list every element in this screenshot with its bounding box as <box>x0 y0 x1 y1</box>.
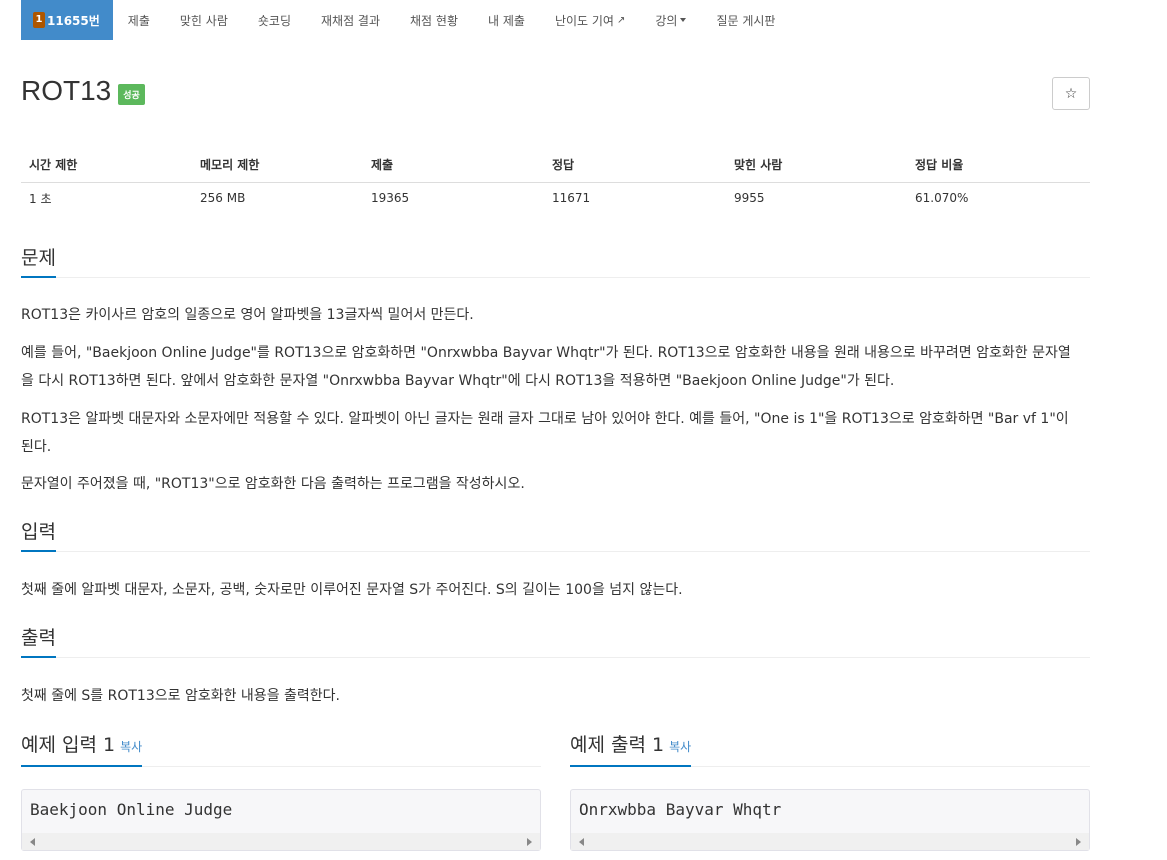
sample-input-title: 예제 입력 1 <box>21 734 116 756</box>
sample-output-box[interactable]: Onrxwbba Bayvar Whqtr <box>570 789 1090 851</box>
problem-menu: 1 11655번 제출 맞힌 사람 숏코딩 재채점 결과 채점 현황 내 제출 … <box>21 0 790 40</box>
external-link-icon: ↗ <box>616 14 626 26</box>
sample-input-heading: 예제 입력 1 복사 <box>21 731 143 767</box>
caret-down-icon <box>680 18 687 22</box>
copy-sample-input-button[interactable]: 복사 <box>120 740 142 754</box>
tab-rejudge-results[interactable]: 재채점 결과 <box>306 0 395 40</box>
info-value-memory-limit: 256 MB <box>200 191 246 206</box>
problem-paragraph-3: ROT13은 알파벳 대문자와 소문자에만 적용할 수 있다. 알파벳이 아닌 … <box>21 411 1069 455</box>
scroll-left-icon[interactable] <box>579 838 584 846</box>
tab-submit-label: 제출 <box>127 13 150 28</box>
problem-section-header: 문제 <box>21 244 1090 278</box>
info-value-row: 1 초 256 MB 19365 11671 9955 61.070% <box>21 182 1090 214</box>
scroll-left-icon[interactable] <box>30 838 35 846</box>
info-header-time-limit: 시간 제한 <box>21 148 192 183</box>
tab-difficulty-contribution-label: 난이도 기여 <box>554 13 614 28</box>
problem-title: ROT13 <box>21 75 112 106</box>
input-description: 첫째 줄에 알파벳 대문자, 소문자, 공백, 숫자로만 이루어진 문자열 S가… <box>21 582 683 598</box>
info-header-accept-ratio: 정답 비율 <box>907 148 1090 183</box>
tab-short-coding-label: 숏코딩 <box>257 13 291 28</box>
sample-input-header: 예제 입력 1 복사 <box>21 731 541 767</box>
tab-lectures-label: 강의 <box>655 13 678 28</box>
scroll-right-icon[interactable] <box>1076 838 1081 846</box>
tab-solved-users[interactable]: 맞힌 사람 <box>165 0 243 40</box>
scroll-right-icon[interactable] <box>527 838 532 846</box>
problem-paragraph-1: ROT13은 카이사르 암호의 일종으로 영어 알파벳을 13글자씩 밀어서 만… <box>21 307 474 323</box>
tab-judge-status-label: 채점 현황 <box>410 13 458 28</box>
star-icon: ☆ <box>1064 85 1078 102</box>
sample-input-box[interactable]: Baekjoon Online Judge <box>21 789 541 851</box>
info-value-accepted: 11671 <box>552 191 591 206</box>
input-heading: 입력 <box>21 518 56 552</box>
sample-output-heading: 예제 출력 1 복사 <box>570 731 692 767</box>
input-section-header: 입력 <box>21 518 1090 552</box>
problem-info-table: 시간 제한 메모리 제한 제출 정답 맞힌 사람 정답 비율 1 초 256 M… <box>21 148 1090 214</box>
output-section-header: 출력 <box>21 624 1090 658</box>
tab-question-board-label: 질문 게시판 <box>716 13 776 28</box>
sample-output-title: 예제 출력 1 <box>570 734 665 756</box>
info-value-submissions: 19365 <box>371 191 410 206</box>
info-value-accept-ratio: 61.070% <box>915 191 969 206</box>
tab-solved-users-label: 맞힌 사람 <box>179 13 228 28</box>
tab-problem-label: 11655번 <box>47 13 100 28</box>
sample-output-text: Onrxwbba Bayvar Whqtr <box>579 800 782 819</box>
sample-output-scrollbar[interactable] <box>571 833 1089 850</box>
sample-input-scrollbar[interactable] <box>22 833 540 850</box>
status-badge: 성공 <box>118 83 145 105</box>
sample-output-header: 예제 출력 1 복사 <box>570 731 1090 767</box>
tab-question-board[interactable]: 질문 게시판 <box>701 0 790 40</box>
tab-lectures[interactable]: 강의 <box>640 0 701 40</box>
tab-short-coding[interactable]: 숏코딩 <box>243 0 306 40</box>
problem-paragraph-2: 예를 들어, "Baekjoon Online Judge"를 ROT13으로 … <box>21 345 1071 389</box>
problem-heading: 문제 <box>21 244 56 278</box>
info-header-row: 시간 제한 메모리 제한 제출 정답 맞힌 사람 정답 비율 <box>21 148 1090 183</box>
tab-my-submissions[interactable]: 내 제출 <box>473 0 540 40</box>
tab-submit[interactable]: 제출 <box>113 0 165 40</box>
output-description: 첫째 줄에 S를 ROT13으로 암호화한 내용을 출력한다. <box>21 688 340 704</box>
tab-judge-status[interactable]: 채점 현황 <box>395 0 473 40</box>
tab-my-submissions-label: 내 제출 <box>488 13 525 28</box>
info-header-accepted: 정답 <box>544 148 726 183</box>
output-heading: 출력 <box>21 624 56 658</box>
tab-rejudge-results-label: 재채점 결과 <box>321 13 381 28</box>
info-value-solved-users: 9955 <box>734 191 765 206</box>
sample-input-text: Baekjoon Online Judge <box>30 800 233 819</box>
tier-medal-icon: 1 <box>33 12 45 28</box>
problem-title-row: ROT13 성공 <box>21 75 145 107</box>
info-header-memory-limit: 메모리 제한 <box>192 148 363 183</box>
copy-sample-output-button[interactable]: 복사 <box>669 740 691 754</box>
problem-paragraph-4: 문자열이 주어졌을 때, "ROT13"으로 암호화한 다음 출력하는 프로그램… <box>21 476 525 492</box>
problem-page: 1 11655번 제출 맞힌 사람 숏코딩 재채점 결과 채점 현황 내 제출 … <box>0 0 1167 860</box>
tab-difficulty-contribution[interactable]: 난이도 기여 ↗ <box>540 0 640 40</box>
tab-problem[interactable]: 1 11655번 <box>21 0 113 40</box>
info-header-submissions: 제출 <box>363 148 544 183</box>
favorite-star-button[interactable]: ☆ <box>1052 77 1090 110</box>
info-value-time-limit: 1 초 <box>29 191 52 206</box>
info-header-solved-users: 맞힌 사람 <box>726 148 907 183</box>
